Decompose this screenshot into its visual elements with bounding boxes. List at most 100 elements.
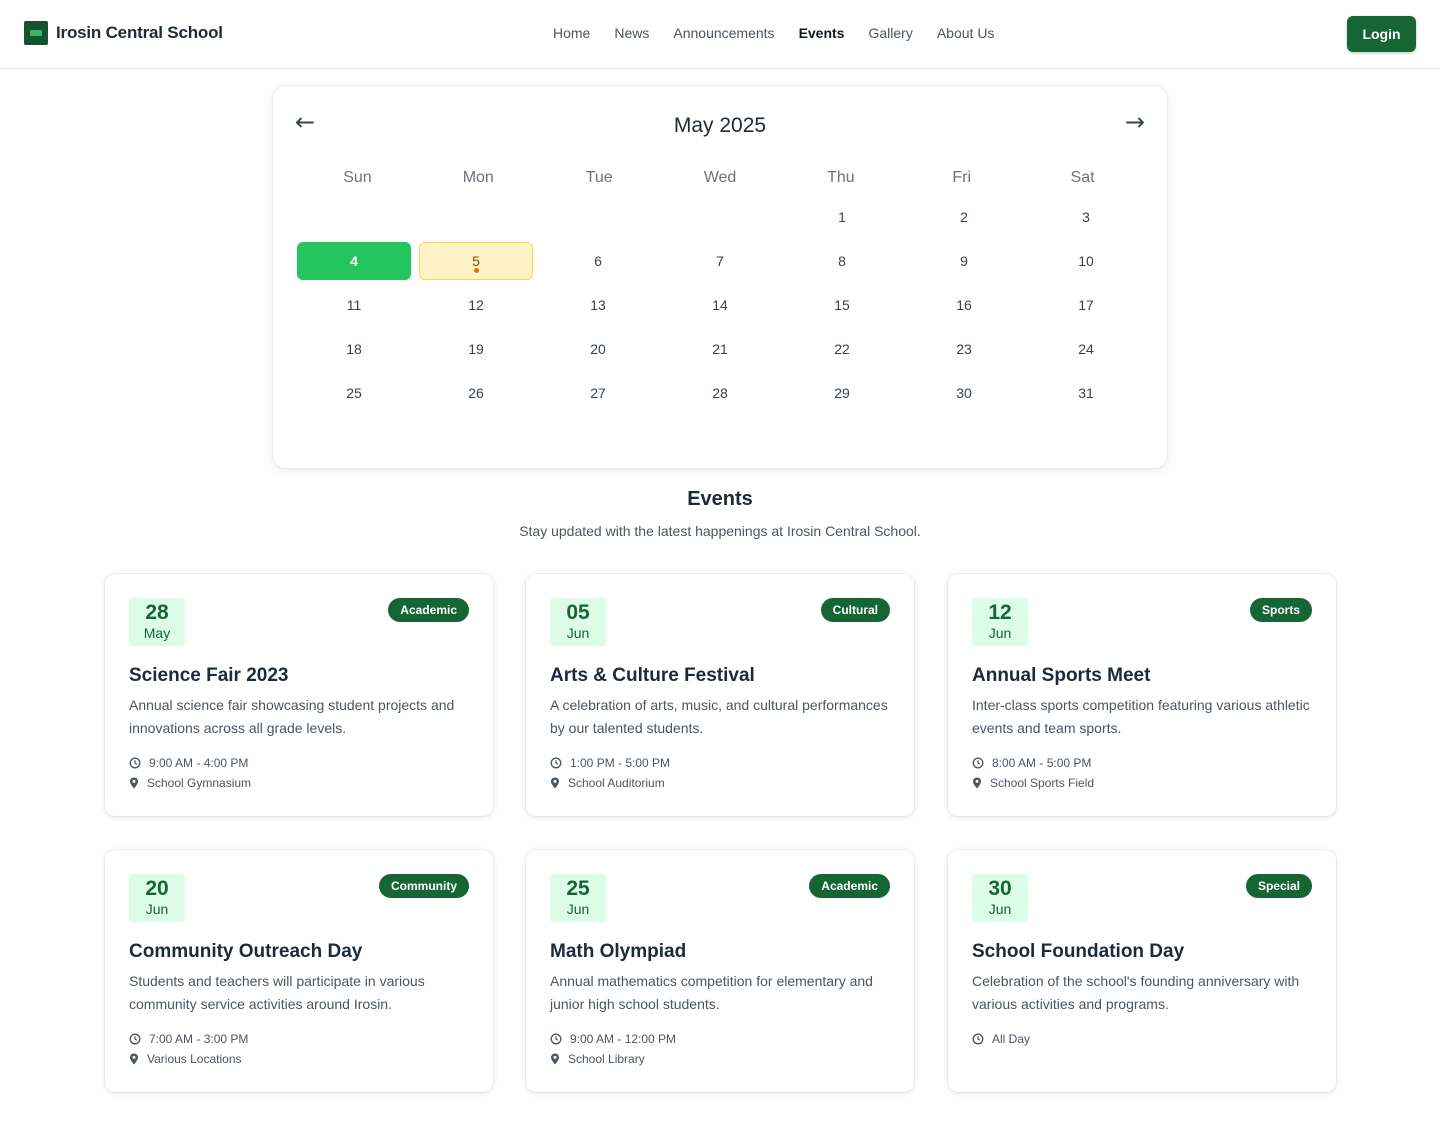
event-category-badge: Community: [379, 874, 469, 898]
login-button[interactable]: Login: [1347, 16, 1416, 52]
calendar-day-number: 13: [590, 297, 606, 313]
calendar-day[interactable]: 3: [1029, 198, 1143, 236]
map-pin-icon: [551, 777, 559, 789]
clock-icon: [129, 757, 141, 769]
map-pin-icon: [130, 1053, 138, 1065]
event-card[interactable]: 25 Jun Academic Math Olympiad Annual mat…: [526, 850, 914, 1092]
event-title: Science Fair 2023: [129, 665, 289, 686]
calendar-day[interactable]: 12: [419, 286, 533, 324]
event-day: 20: [145, 877, 169, 900]
next-month-arrow-icon[interactable]: →: [1125, 108, 1145, 136]
calendar-day-number: 11: [346, 297, 362, 313]
event-location: School Library: [550, 1052, 645, 1066]
calendar-day-number: 29: [834, 385, 850, 401]
map-pin-icon: [551, 1053, 559, 1065]
event-card[interactable]: 20 Jun Community Community Outreach Day …: [105, 850, 493, 1092]
calendar-day-number: 7: [716, 253, 724, 269]
event-location-text: School Auditorium: [568, 776, 665, 790]
clock-icon: [550, 757, 562, 769]
calendar-day[interactable]: 8: [785, 242, 899, 280]
calendar-day[interactable]: 28: [663, 374, 777, 412]
calendar-day[interactable]: 11: [297, 286, 411, 324]
events-heading: Events: [687, 488, 753, 510]
calendar-day[interactable]: 26: [419, 374, 533, 412]
brand-name: Irosin Central School: [56, 23, 223, 42]
event-location-text: Various Locations: [147, 1052, 242, 1066]
calendar-day-number: 18: [346, 341, 362, 357]
calendar-day[interactable]: 22: [785, 330, 899, 368]
calendar-day-number: 28: [712, 385, 728, 401]
brand[interactable]: Irosin Central School: [24, 21, 223, 45]
event-location: School Sports Field: [972, 776, 1094, 790]
calendar-day-number: 5: [472, 253, 480, 269]
calendar-day[interactable]: 14: [663, 286, 777, 324]
calendar-day[interactable]: 15: [785, 286, 899, 324]
event-time-text: 9:00 AM - 12:00 PM: [570, 1032, 677, 1046]
site-header: Irosin Central School Home News Announce…: [0, 0, 1440, 69]
calendar-day-number: 3: [1082, 209, 1090, 225]
calendar-day[interactable]: 2: [907, 198, 1021, 236]
calendar-day[interactable]: 10: [1029, 242, 1143, 280]
clock-icon: [129, 1033, 141, 1045]
nav-gallery[interactable]: Gallery: [868, 25, 912, 41]
calendar-day[interactable]: 24: [1029, 330, 1143, 368]
calendar-day[interactable]: 17: [1029, 286, 1143, 324]
event-title: Arts & Culture Festival: [550, 665, 755, 686]
event-location-text: School Library: [568, 1052, 645, 1066]
event-card[interactable]: 05 Jun Cultural Arts & Culture Festival …: [526, 574, 914, 816]
event-card[interactable]: 28 May Academic Science Fair 2023 Annual…: [105, 574, 493, 816]
calendar-day[interactable]: 9: [907, 242, 1021, 280]
event-card[interactable]: 12 Jun Sports Annual Sports Meet Inter-c…: [948, 574, 1336, 816]
nav-announcements[interactable]: Announcements: [673, 25, 774, 41]
clock-icon: [972, 757, 984, 769]
calendar-day-number: 20: [590, 341, 606, 357]
event-location-text: School Sports Field: [990, 776, 1095, 790]
calendar-day[interactable]: 19: [419, 330, 533, 368]
calendar-day-number: 21: [712, 341, 728, 357]
nav-home[interactable]: Home: [553, 25, 590, 41]
calendar-day[interactable]: 27: [541, 374, 655, 412]
calendar-day-number: 9: [960, 253, 968, 269]
calendar-day[interactable]: 21: [663, 330, 777, 368]
calendar-day[interactable]: 18: [297, 330, 411, 368]
calendar-day[interactable]: 1: [785, 198, 899, 236]
map-pin-icon: [130, 777, 138, 789]
event-time-text: All Day: [992, 1032, 1031, 1046]
calendar-day[interactable]: 16: [907, 286, 1021, 324]
nav-about-us[interactable]: About Us: [937, 25, 995, 41]
calendar-day-number: 4: [350, 253, 358, 269]
event-month: Jun: [566, 901, 590, 917]
weekday-label: Thu: [827, 169, 855, 186]
calendar-day[interactable]: 20: [541, 330, 655, 368]
event-time: All Day: [972, 1032, 1030, 1046]
calendar-day-with-event[interactable]: 5: [419, 242, 533, 280]
calendar-day[interactable]: 25: [297, 374, 411, 412]
calendar-day[interactable]: 23: [907, 330, 1021, 368]
nav-news[interactable]: News: [614, 25, 649, 41]
calendar-day[interactable]: 30: [907, 374, 1021, 412]
calendar-day-today[interactable]: 4: [297, 242, 411, 280]
event-date-box: 30 Jun: [972, 874, 1028, 922]
events-calendar: ← May 2025 → Sun Mon Tue Wed Thu Fri Sat…: [273, 86, 1167, 468]
calendar-day-number: 24: [1078, 341, 1094, 357]
event-month: May: [143, 625, 171, 641]
event-time: 7:00 AM - 3:00 PM: [129, 1032, 248, 1046]
event-time-text: 1:00 PM - 5:00 PM: [570, 756, 671, 770]
nav-events[interactable]: Events: [799, 25, 845, 41]
school-logo-icon: [24, 21, 48, 45]
event-title: Community Outreach Day: [129, 941, 363, 962]
calendar-day[interactable]: 6: [541, 242, 655, 280]
event-month: Jun: [988, 901, 1012, 917]
event-card[interactable]: 30 Jun Special School Foundation Day Cel…: [948, 850, 1336, 1092]
event-time-text: 8:00 AM - 5:00 PM: [992, 756, 1092, 770]
calendar-day[interactable]: 13: [541, 286, 655, 324]
calendar-day-number: 1: [838, 209, 846, 225]
event-description: Students and teachers will participate i…: [129, 973, 425, 1012]
calendar-day[interactable]: 29: [785, 374, 899, 412]
calendar-day[interactable]: 7: [663, 242, 777, 280]
calendar-day-number: 26: [468, 385, 484, 401]
event-location: Various Locations: [129, 1052, 242, 1066]
calendar-day[interactable]: 31: [1029, 374, 1143, 412]
weekday-label: Sat: [1070, 169, 1095, 186]
event-month: Jun: [988, 625, 1012, 641]
